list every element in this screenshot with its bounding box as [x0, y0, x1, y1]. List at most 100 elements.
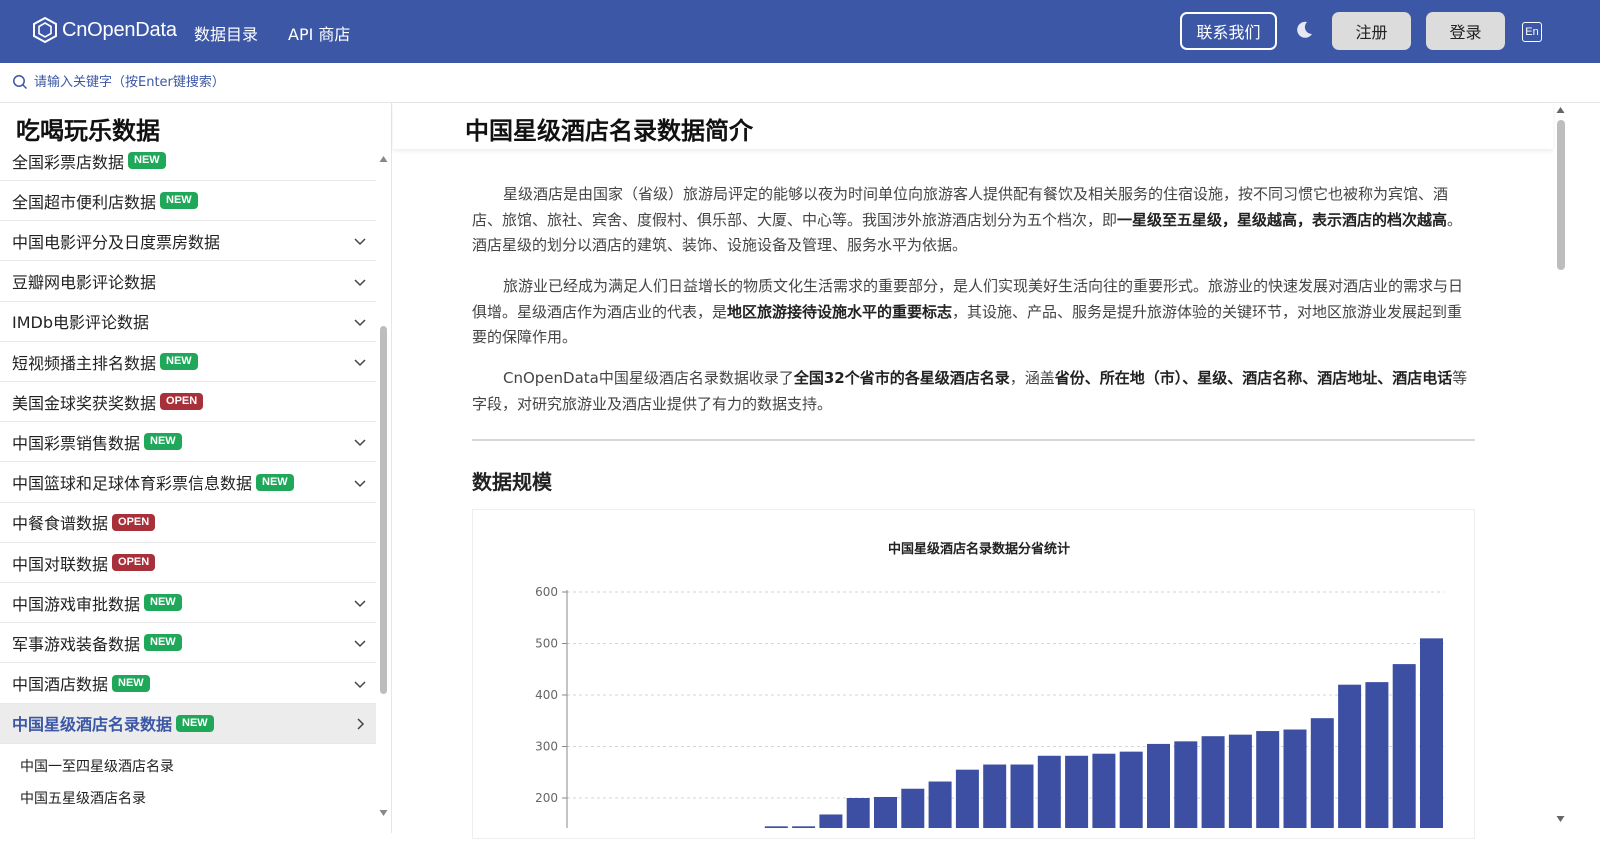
chevron-down-icon[interactable]	[354, 597, 366, 609]
status-badge: NEW	[112, 674, 150, 692]
chevron-down-icon[interactable]	[354, 276, 366, 288]
bar[interactable]	[1283, 729, 1307, 828]
search-input[interactable]	[34, 72, 634, 92]
dark-mode-moon-icon[interactable]	[1294, 20, 1314, 40]
main-scroll-down-icon[interactable]	[1556, 815, 1565, 823]
status-badge: NEW	[256, 473, 294, 491]
bar[interactable]	[1119, 751, 1143, 828]
logo[interactable]: CnOpenData	[32, 16, 177, 44]
search-icon	[13, 75, 28, 90]
bar[interactable]	[1338, 684, 1362, 828]
status-badge: NEW	[128, 152, 166, 169]
bar[interactable]	[1037, 755, 1061, 828]
chevron-down-icon[interactable]	[354, 356, 366, 368]
sidebar-item[interactable]: 美国金球奖获奖数据 OPEN	[0, 382, 376, 423]
bar[interactable]	[764, 826, 788, 828]
bar[interactable]	[1092, 753, 1116, 828]
sidebar: 吃喝玩乐数据 全国彩票店数据 NEW 全国超市便利店数据 NEW 中国电影评分及日度票房…	[0, 103, 392, 833]
bar[interactable]	[1228, 734, 1252, 828]
chevron-down-icon[interactable]	[354, 637, 366, 649]
nav-link-api-store[interactable]: API 商店	[288, 21, 350, 45]
sidebar-item[interactable]: 全国超市便利店数据 NEW	[0, 181, 376, 222]
bar[interactable]	[1201, 736, 1225, 828]
bar[interactable]	[928, 781, 952, 828]
chevron-down-icon[interactable]	[354, 436, 366, 448]
status-badge: OPEN	[112, 554, 156, 571]
sidebar-item-label: 短视频播主排名数据	[12, 353, 157, 373]
bar[interactable]	[901, 788, 925, 828]
chevron-down-icon[interactable]	[354, 235, 366, 247]
province-bar-chart: 中国星级酒店名录数据分省统计 200 300 400 500 600	[535, 541, 1444, 828]
sidebar-item[interactable]: 军事游戏装备数据 NEW	[0, 623, 376, 664]
status-badge: NEW	[144, 594, 182, 612]
bar[interactable]	[1010, 764, 1034, 828]
y-tick-label: 300	[535, 740, 558, 754]
sidebar-item[interactable]: IMDb电影评论数据	[0, 302, 376, 342]
status-badge: NEW	[176, 714, 214, 732]
bar[interactable]	[874, 796, 897, 828]
sidebar-list: 全国彩票店数据 NEW 全国超市便利店数据 NEW 中国电影评分及日度票房数据 豆瓣网电影…	[0, 150, 376, 830]
chevron-down-icon[interactable]	[354, 316, 366, 328]
sidebar-item-label: 中国篮球和足球体育彩票信息数据	[12, 474, 253, 494]
sidebar-scroll-up-icon[interactable]	[379, 155, 388, 163]
bar[interactable]	[1365, 682, 1389, 828]
bar[interactable]	[819, 814, 843, 828]
sidebar-item-label: 全国彩票店数据	[12, 152, 125, 172]
sidebar-title: 吃喝玩乐数据	[16, 117, 160, 145]
status-badge: OPEN	[112, 513, 156, 531]
status-badge: NEW	[144, 433, 182, 451]
hexagon-logo-icon	[33, 16, 57, 44]
bar[interactable]	[1147, 743, 1170, 828]
bar[interactable]	[1256, 731, 1280, 828]
y-tick-label: 500	[535, 637, 558, 651]
sidebar-item-label: 中餐食谱数据	[12, 514, 109, 534]
sidebar-item-label: 美国金球奖获奖数据	[12, 393, 157, 413]
page-title: 中国星级酒店名录数据简介	[465, 117, 753, 145]
login-button[interactable]: 登录	[1426, 12, 1505, 50]
bar[interactable]	[983, 764, 1007, 828]
bar[interactable]	[1392, 664, 1416, 828]
bar[interactable]	[846, 798, 870, 828]
register-button[interactable]: 注册	[1332, 12, 1411, 50]
sidebar-sub-item[interactable]: 中国一至四星级酒店名录	[20, 756, 174, 776]
sidebar-sub-item[interactable]: 中国五星级酒店名录	[20, 788, 146, 808]
sidebar-item[interactable]: 短视频播主排名数据 NEW	[0, 342, 376, 382]
status-badge: NEW	[144, 634, 182, 652]
sidebar-item[interactable]: 中国彩票销售数据 NEW	[0, 422, 376, 463]
bar[interactable]	[955, 769, 979, 828]
sidebar-item[interactable]: 中国电影评分及日度票房数据	[0, 221, 376, 262]
bar[interactable]	[792, 826, 816, 828]
sidebar-scroll-down-icon[interactable]	[379, 809, 388, 817]
bar[interactable]	[1065, 755, 1089, 828]
bar[interactable]	[1174, 741, 1198, 828]
sidebar-item-label: 全国超市便利店数据	[12, 192, 157, 212]
bar[interactable]	[1310, 718, 1334, 828]
sidebar-item[interactable]: 中国对联数据 OPEN	[0, 543, 376, 583]
logo-text: CnOpenData	[62, 18, 177, 41]
sidebar-item[interactable]: 豆瓣网电影评论数据	[0, 262, 376, 302]
sidebar-item[interactable]: 中餐食谱数据 OPEN	[0, 503, 376, 543]
sidebar-item-label: IMDb电影评论数据	[12, 313, 150, 333]
y-tick-label: 600	[535, 585, 558, 599]
sidebar-item[interactable]: 中国篮球和足球体育彩票信息数据 NEW	[0, 463, 376, 503]
chevron-down-icon[interactable]	[354, 678, 366, 690]
chevron-right-icon[interactable]	[354, 718, 366, 730]
sidebar-scrollbar-thumb[interactable]	[380, 326, 387, 694]
intro-paragraph-2: 旅游业已经成为满足人们日益增长的物质文化生活需求的重要部分，是人们实现美好生活向…	[472, 277, 1464, 346]
bar[interactable]	[1420, 638, 1443, 828]
main-scroll-up-icon[interactable]	[1556, 106, 1565, 114]
chevron-down-icon[interactable]	[354, 477, 366, 489]
language-toggle-icon[interactable]: En	[1522, 22, 1542, 42]
nav-link-data-catalog[interactable]: 数据目录	[194, 21, 258, 45]
sidebar-item[interactable]: 全国彩票店数据 NEW	[0, 150, 376, 181]
main-scrollbar-thumb[interactable]	[1557, 120, 1565, 270]
status-badge: NEW	[160, 353, 198, 370]
sidebar-item[interactable]: 中国酒店数据 NEW	[0, 664, 376, 704]
sidebar-item[interactable]: 中国游戏审批数据 NEW	[0, 583, 376, 624]
sidebar-item[interactable]: 中国星级酒店名录数据 NEW	[0, 703, 376, 744]
y-tick-label: 400	[535, 688, 558, 702]
intro-paragraph-1: 星级酒店是由国家（省级）旅游局评定的能够以夜为时间单位向旅游客人提供配有餐饮及相…	[472, 185, 1463, 254]
contact-button[interactable]: 联系我们	[1180, 12, 1277, 50]
sidebar-item-label: 中国对联数据	[12, 554, 109, 574]
sidebar-item-label: 中国酒店数据	[12, 675, 109, 695]
